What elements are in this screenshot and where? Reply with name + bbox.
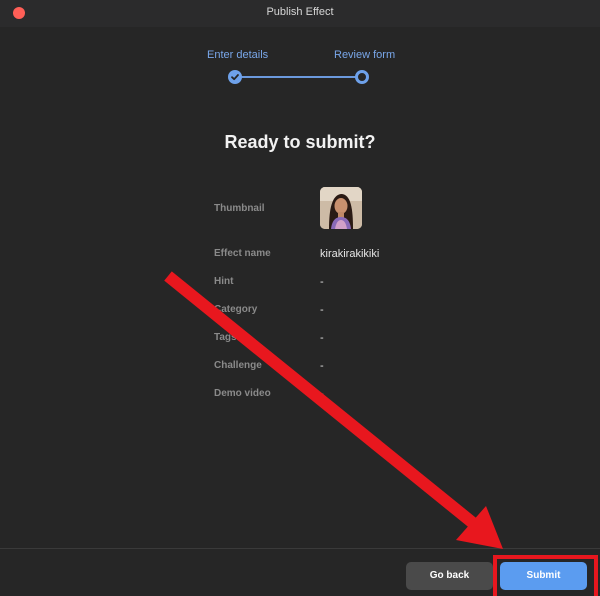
field-value-demo-video: - bbox=[320, 388, 324, 400]
field-label-effect-name: Effect name bbox=[214, 248, 271, 259]
step-completed-indicator[interactable] bbox=[228, 70, 242, 84]
step-current-indicator[interactable] bbox=[355, 70, 369, 84]
field-label-category: Category bbox=[214, 304, 258, 315]
field-label-challenge: Challenge bbox=[214, 360, 262, 371]
highlight-box bbox=[493, 555, 598, 596]
step-label-enter-details[interactable]: Enter details bbox=[207, 49, 268, 61]
content-area bbox=[0, 27, 600, 548]
field-label-hint: Hint bbox=[214, 276, 234, 287]
thumbnail-image bbox=[320, 187, 362, 229]
portrait-thumbnail bbox=[320, 187, 362, 229]
field-value-effect-name: kirakirakikiki bbox=[320, 248, 380, 260]
window-title: Publish Effect bbox=[266, 6, 334, 18]
field-label-tags: Tags bbox=[214, 332, 237, 343]
go-back-button[interactable]: Go back bbox=[406, 562, 493, 590]
field-label-thumbnail: Thumbnail bbox=[214, 203, 265, 214]
page-title: Ready to submit? bbox=[224, 132, 376, 152]
field-value-hint: - bbox=[320, 276, 324, 288]
field-value-challenge: - bbox=[320, 360, 324, 372]
publish-effect-window: Publish Effect Enter details Review form… bbox=[0, 0, 600, 596]
check-icon bbox=[231, 74, 239, 81]
field-value-category: - bbox=[320, 304, 324, 316]
field-value-tags: - bbox=[320, 332, 324, 344]
step-label-review-form[interactable]: Review form bbox=[334, 49, 395, 61]
field-label-demo-video: Demo video bbox=[214, 388, 271, 399]
stepper-connector bbox=[235, 76, 363, 78]
title-bar: Publish Effect bbox=[0, 0, 600, 27]
